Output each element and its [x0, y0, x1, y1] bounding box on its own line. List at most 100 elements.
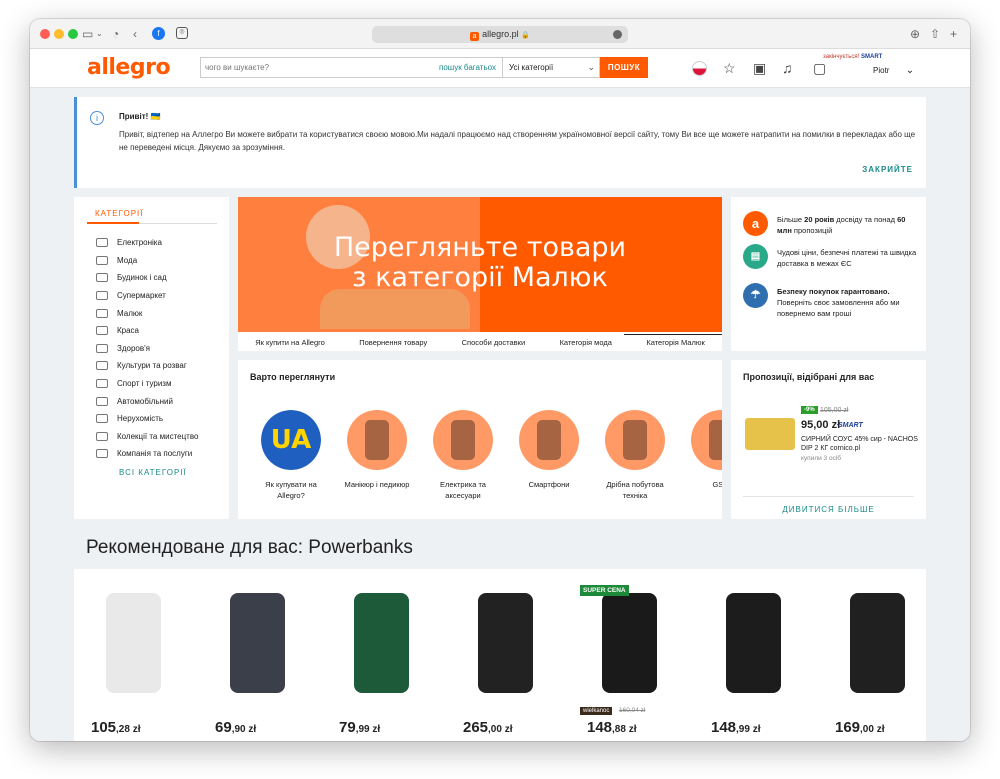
history-icon[interactable]: ◔	[112, 26, 119, 42]
category-item[interactable]: Супермаркет	[96, 287, 198, 305]
user-menu[interactable]: Piotr ⌄	[873, 65, 914, 76]
all-categories-link[interactable]: ВСІ КАТЕГОРІЇ	[119, 468, 187, 477]
category-icon	[96, 431, 108, 441]
product-old-price: 160,04 zł	[619, 707, 646, 714]
hero-image[interactable]: Перегляньте товари з категорії Малюк	[238, 197, 722, 332]
delivery-truck-icon: ▤	[743, 244, 768, 269]
allegro-logo[interactable]: allegro	[87, 55, 171, 80]
hero-link[interactable]: Як купити на Allegro	[255, 338, 325, 347]
language-flag-icon[interactable]	[692, 61, 707, 76]
ua-badge: UA	[261, 410, 321, 470]
url-text: allegro.pl	[482, 29, 519, 39]
price-integer: 148	[711, 719, 737, 736]
category-item[interactable]: Краса	[96, 322, 198, 340]
offer-image[interactable]	[745, 418, 795, 450]
hero-link[interactable]: Категорія мода	[560, 338, 612, 347]
category-label: Електроніка	[117, 238, 162, 248]
share-icon[interactable]: ⇧	[930, 26, 940, 42]
product-card[interactable]: SUPER CENA wielkanoc 160,04 zł 148,88 zł	[570, 569, 690, 741]
product-card[interactable]: 265,00 zł	[446, 569, 566, 741]
trust-row1-post: пропозицій	[791, 226, 833, 235]
product-card[interactable]: 169,00 zł	[818, 569, 926, 741]
worth-item[interactable]: UA Як купувати на Allegro?	[251, 410, 331, 501]
worth-item[interactable]: Дрібна побутова техніка	[595, 410, 675, 501]
hero-link[interactable]: Категорія Малюк	[646, 338, 704, 347]
star-icon[interactable]: ☆	[723, 60, 736, 76]
product-image[interactable]	[210, 583, 310, 701]
smart-badge: SMART	[838, 422, 863, 429]
product-card[interactable]: 69,90 zł	[198, 569, 318, 741]
category-item[interactable]: Здоров'я	[96, 340, 198, 358]
allegro-favicon-icon: a	[470, 32, 480, 41]
sidebar-icon[interactable]: ▭	[82, 26, 93, 42]
categories-title: КАТЕГОРІЇ	[95, 209, 144, 218]
zoom-window-button[interactable]	[68, 29, 78, 39]
bell-icon[interactable]: ♫	[782, 60, 793, 76]
price-integer: 105	[91, 719, 117, 736]
category-icon	[96, 379, 108, 389]
product-image[interactable]	[706, 583, 806, 701]
category-item[interactable]: Колекції та мистецтво	[96, 428, 198, 446]
product-image[interactable]	[830, 583, 926, 701]
category-item[interactable]: Культури та розваг	[96, 357, 198, 375]
facebook-icon[interactable]: f	[152, 27, 165, 40]
category-item[interactable]: Мода	[96, 252, 198, 270]
address-bar[interactable]: a allegro.pl 🔒	[372, 26, 628, 43]
category-label: Здоров'я	[117, 343, 150, 353]
product-image[interactable]	[458, 583, 558, 701]
category-label: Малюк	[117, 308, 143, 318]
powerbank-shape	[354, 593, 409, 693]
category-item[interactable]: Компанія та послуги	[96, 445, 198, 463]
offer-price: 95,00 zł	[801, 419, 841, 431]
worth-seeing-panel: Варто переглянути UA Як купувати на Alleg…	[238, 360, 722, 519]
product-shape	[537, 420, 561, 460]
download-icon[interactable]: ⊕	[910, 26, 920, 42]
smart-promo[interactable]: закінчується! SMART	[823, 54, 882, 60]
category-icon	[96, 343, 108, 353]
hero-link[interactable]: Способи доставки	[462, 338, 526, 347]
search-button[interactable]: ПОШУК	[600, 57, 648, 78]
category-label: Культури та розваг	[117, 361, 187, 371]
category-item[interactable]: Малюк	[96, 304, 198, 322]
product-card[interactable]: 148,99 zł	[694, 569, 814, 741]
search-many-link[interactable]: пошук багатьох	[439, 63, 496, 72]
banner-text: Привіт, відтепер на Аллегро Ви можете ви…	[119, 130, 916, 152]
search-input[interactable]	[205, 58, 433, 77]
worth-item-label: Як купувати на Allegro?	[265, 480, 317, 500]
lock-icon: 🔒	[521, 32, 530, 39]
category-item[interactable]: Будинок і сад	[96, 269, 198, 287]
chevron-down-icon[interactable]: ⌄	[96, 26, 103, 42]
category-item[interactable]: Спорт і туризм	[96, 375, 198, 393]
price-decimal: ,90 zł	[231, 724, 257, 735]
hero-banner[interactable]: Перегляньте товари з категорії Малюк Як …	[238, 197, 722, 351]
extension-icon[interactable]	[613, 30, 622, 39]
cart-icon[interactable]: ▢	[813, 60, 826, 76]
worth-item-image	[433, 410, 493, 470]
hero-link[interactable]: Повернення товару	[359, 338, 427, 347]
category-item[interactable]: Нерухомість	[96, 410, 198, 428]
category-label: Автомобільний	[117, 396, 173, 406]
recommended-title: Рекомендоване для вас: Powerbanks	[86, 537, 413, 558]
product-card[interactable]: 105,28 zł	[74, 569, 194, 741]
category-item[interactable]: Електроніка	[96, 234, 198, 252]
product-shape	[365, 420, 389, 460]
new-tab-icon[interactable]: +	[950, 26, 957, 42]
offer-name[interactable]: СИРНИЙ СОУС 45% сир - NACHOS DIP 2 КГ co…	[801, 435, 921, 453]
product-image[interactable]	[86, 583, 186, 701]
product-image[interactable]	[582, 583, 682, 701]
instagram-icon[interactable]: ◎	[176, 27, 188, 39]
worth-item[interactable]: Смартфони	[509, 410, 589, 490]
messages-icon[interactable]: ▣	[753, 60, 766, 76]
close-window-button[interactable]	[40, 29, 50, 39]
worth-item[interactable]: GSM	[681, 410, 722, 490]
worth-item[interactable]: Манікюр і педикюр	[337, 410, 417, 490]
worth-item[interactable]: Електрика та аксесуари	[423, 410, 503, 501]
product-card[interactable]: 79,99 zł	[322, 569, 442, 741]
category-select[interactable]: Усі категорії ⌄	[502, 58, 601, 77]
banner-close-button[interactable]: ЗАКРИЙТЕ	[862, 165, 913, 174]
see-more-link[interactable]: ДИВИТИСЯ БІЛЬШЕ	[731, 505, 926, 514]
minimize-window-button[interactable]	[54, 29, 64, 39]
product-image[interactable]	[334, 583, 434, 701]
category-item[interactable]: Автомобільний	[96, 392, 198, 410]
back-icon[interactable]: ‹	[133, 26, 137, 42]
